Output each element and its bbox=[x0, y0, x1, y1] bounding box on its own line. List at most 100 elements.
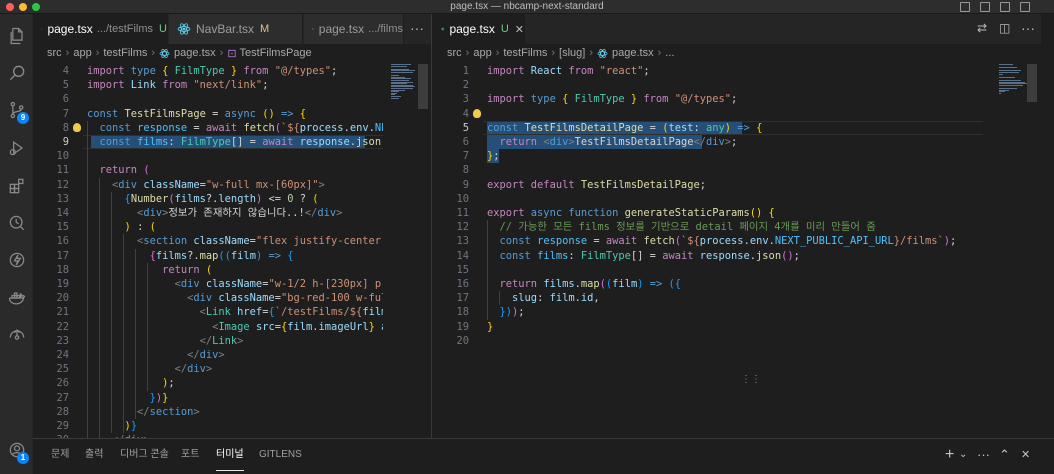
line-number: 18 bbox=[56, 263, 69, 276]
tab-page-films[interactable]: page.tsx .../films bbox=[304, 14, 404, 44]
lightbulb-icon[interactable] bbox=[473, 108, 481, 118]
breadcrumb-item[interactable]: app bbox=[73, 47, 91, 59]
code-line[interactable]: 27 })} bbox=[33, 391, 383, 405]
tab-navbar[interactable]: NavBar.tsx M bbox=[169, 14, 303, 44]
breadcrumb-item[interactable]: src bbox=[47, 47, 62, 59]
panel-more-button[interactable]: ··· bbox=[977, 439, 990, 471]
code-line[interactable]: 18 })); bbox=[433, 305, 993, 319]
breadcrumb-item[interactable]: page.tsx bbox=[174, 47, 216, 59]
code-line[interactable]: 19 <div className="w-1/2 h-[230px] p-[5p… bbox=[33, 277, 383, 291]
code-line[interactable]: 17 {films?.map((film) => { bbox=[33, 249, 383, 263]
code-line[interactable]: 4 bbox=[433, 107, 993, 121]
lightbulb-icon[interactable] bbox=[73, 122, 81, 132]
toggle-secondary-sidebar-icon[interactable] bbox=[1000, 2, 1010, 12]
customize-layout-icon[interactable] bbox=[1020, 2, 1030, 12]
toggle-sidebar-icon[interactable] bbox=[960, 2, 970, 12]
breadcrumb-item[interactable]: testFilms bbox=[103, 47, 147, 59]
code-line[interactable]: 18 return ( bbox=[33, 263, 383, 277]
files-icon[interactable] bbox=[0, 22, 33, 50]
tab-page-testfilms[interactable]: page.tsx .../testFilms U bbox=[33, 14, 168, 44]
run-debug-icon[interactable] bbox=[0, 134, 33, 162]
panel-tab-terminal[interactable]: 터미널 bbox=[216, 439, 244, 471]
code-line[interactable]: 5 const TestFilmsDetailPage = (test: any)… bbox=[433, 121, 993, 135]
extensions-icon[interactable] bbox=[0, 172, 33, 200]
code-editor-left[interactable]: 4 import type { FilmType } from "@/types"… bbox=[33, 64, 383, 438]
search-icon[interactable] bbox=[0, 59, 33, 87]
source-control-icon[interactable]: 9 bbox=[0, 96, 33, 124]
code-line[interactable]: 4 import type { FilmType } from "@/types"… bbox=[33, 64, 383, 78]
breadcrumb-item[interactable]: testFilms bbox=[503, 47, 547, 59]
code-line[interactable]: 11 return ( bbox=[33, 163, 383, 177]
thunder-client-icon[interactable] bbox=[0, 246, 33, 274]
more-actions-button[interactable]: ··· bbox=[410, 14, 424, 44]
close-tab-icon[interactable]: ✕ bbox=[515, 23, 524, 36]
code-line[interactable]: 22 <Image src={film.imageUrl} alt={f bbox=[33, 320, 383, 334]
panel-tab-debug-console[interactable]: 디버그 콘솔 bbox=[120, 439, 169, 471]
breadcrumb-item[interactable]: page.tsx bbox=[612, 47, 654, 59]
breadcrumb-item[interactable]: [slug] bbox=[559, 47, 585, 59]
toggle-panel-icon[interactable] bbox=[980, 2, 990, 12]
breadcrumb-item[interactable]: TestFilmsPage bbox=[240, 47, 312, 59]
line-number: 8 bbox=[62, 121, 69, 134]
code-line[interactable]: 11 export async function generateStaticPa… bbox=[433, 206, 993, 220]
code-line[interactable]: 8 bbox=[433, 163, 993, 177]
code-line[interactable]: 29 )} bbox=[33, 419, 383, 433]
code-line[interactable]: 19} bbox=[433, 320, 993, 334]
close-panel-button[interactable]: ✕ bbox=[1021, 439, 1030, 471]
code-editor-right[interactable]: 1 import React from "react"; 2 3 import type… bbox=[433, 64, 993, 438]
account-icon[interactable]: 1 bbox=[0, 436, 33, 464]
code-line[interactable]: 9 export default TestFilmsDetailPage; bbox=[433, 178, 993, 192]
panel-tab-gitlens[interactable]: GITLENS bbox=[259, 439, 302, 471]
remote-explorer-icon[interactable] bbox=[0, 209, 33, 237]
code-line[interactable]: 15 ) : ( bbox=[33, 220, 383, 234]
breadcrumb-item[interactable]: src bbox=[447, 47, 462, 59]
code-line[interactable]: 14 const films: FilmType[] = await respo… bbox=[433, 249, 993, 263]
code-line[interactable]: 20 bbox=[433, 334, 993, 348]
code-line[interactable]: 6 return <div>TestFilmsDetailPage</div>; bbox=[433, 135, 993, 149]
code-line[interactable]: 10 bbox=[433, 192, 993, 206]
code-line[interactable]: 25 </div> bbox=[33, 362, 383, 376]
code-line[interactable]: 16 return films.map((film) => ({ bbox=[433, 277, 993, 291]
scrollbar-right[interactable] bbox=[1027, 64, 1037, 102]
code-line[interactable]: 1 import React from "react"; bbox=[433, 64, 993, 78]
code-line[interactable]: 24 </div> bbox=[33, 348, 383, 362]
code-line[interactable]: 13 const response = await fetch(`${proce… bbox=[433, 234, 993, 248]
code-line[interactable]: 12 // 가능한 모든 films 정보를 기반으로 detail 페이지 4… bbox=[433, 220, 993, 234]
breadcrumb-item[interactable]: ... bbox=[665, 47, 674, 59]
drag-handle-icon[interactable]: ⋮⋮ bbox=[741, 374, 761, 385]
split-editor-icon[interactable]: ◫ bbox=[999, 14, 1010, 44]
code-line[interactable]: 10 bbox=[33, 149, 383, 163]
code-line[interactable]: 23 </Link> bbox=[33, 334, 383, 348]
code-line[interactable]: 21 <Link href={`/testFilms/${film.id}` bbox=[33, 305, 383, 319]
maximize-panel-button[interactable]: ⌃ bbox=[999, 439, 1010, 471]
code-line[interactable]: 12 <div className="w-full mx-[60px]"> bbox=[33, 178, 383, 192]
panel-tab-output[interactable]: 출력 bbox=[85, 439, 103, 471]
new-terminal-button[interactable]: + bbox=[945, 439, 954, 471]
code-line[interactable]: 14 <div>정보가 존재하지 않습니다..!</div> bbox=[33, 206, 383, 220]
code-line[interactable]: 28 </section> bbox=[33, 405, 383, 419]
gitlens-icon[interactable] bbox=[0, 321, 33, 349]
code-line[interactable]: 16 <section className="flex justify-cent… bbox=[33, 234, 383, 248]
breadcrumb-item[interactable]: app bbox=[473, 47, 491, 59]
panel-tab-problems[interactable]: 문제 bbox=[51, 439, 69, 471]
panel-tab-ports[interactable]: 포트 bbox=[181, 439, 199, 471]
open-changes-icon[interactable]: ⇄ bbox=[977, 14, 987, 44]
code-line[interactable]: 15 bbox=[433, 263, 993, 277]
code-line[interactable]: 20 <div className="bg-red-100 w-full h-f bbox=[33, 291, 383, 305]
code-line[interactable]: 7 const TestFilmsPage = async () => { bbox=[33, 107, 383, 121]
code-line[interactable]: 7}; bbox=[433, 149, 993, 163]
scrollbar-left[interactable] bbox=[418, 64, 428, 109]
code-line[interactable]: 2 bbox=[433, 78, 993, 92]
terminal-dropdown-icon[interactable]: ⌄ bbox=[959, 439, 967, 471]
code-line[interactable]: 9 const films: FilmType[] = await respon… bbox=[33, 135, 383, 149]
code-line[interactable]: 3 import type { FilmType } from "@/types"… bbox=[433, 92, 993, 106]
code-line[interactable]: 5 import Link from "next/link"; bbox=[33, 78, 383, 92]
code-line[interactable]: 13 {Number(films?.length) <= 0 ? ( bbox=[33, 192, 383, 206]
code-line[interactable]: 6 bbox=[33, 92, 383, 106]
more-actions-button[interactable]: ··· bbox=[1021, 14, 1035, 44]
code-line[interactable]: 17 slug: film.id, bbox=[433, 291, 993, 305]
tab-page-slug[interactable]: page.tsx U ✕ bbox=[433, 14, 525, 44]
code-line[interactable]: 8 const response = await fetch(`${proces… bbox=[33, 121, 383, 135]
docker-icon[interactable] bbox=[0, 284, 33, 312]
code-line[interactable]: 26 ); bbox=[33, 376, 383, 390]
